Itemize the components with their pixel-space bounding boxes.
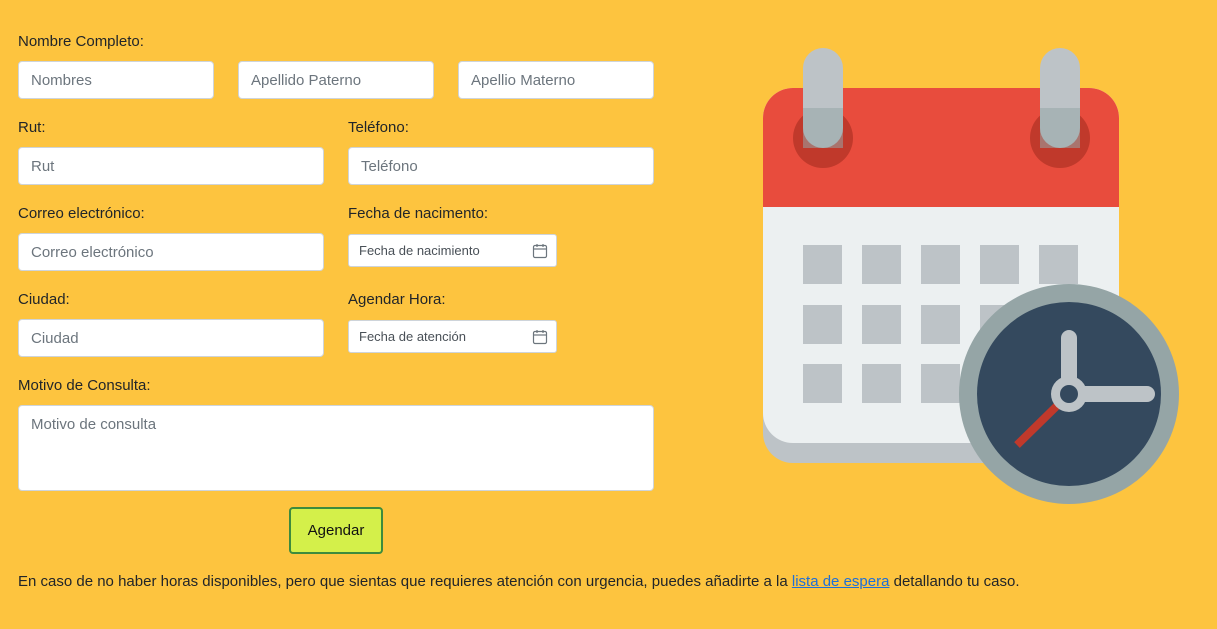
appointment-date-input[interactable]: Fecha de atención	[348, 320, 557, 353]
schedule-button[interactable]: Agendar	[289, 507, 383, 554]
city-label: Ciudad:	[18, 291, 70, 308]
reason-label: Motivo de Consulta:	[18, 377, 151, 394]
calendar-clock-icon	[763, 48, 1179, 504]
phone-label: Teléfono:	[348, 119, 409, 136]
calendar-icon[interactable]	[532, 329, 548, 345]
rut-input[interactable]	[18, 147, 324, 185]
clock-illustration	[959, 284, 1179, 504]
full-name-label: Nombre Completo:	[18, 33, 144, 50]
city-input[interactable]	[18, 319, 324, 357]
phone-input[interactable]	[348, 147, 654, 185]
appointment-date-placeholder: Fecha de atención	[359, 329, 466, 344]
birth-date-label: Fecha de nacimento:	[348, 205, 489, 222]
calendar-icon[interactable]	[532, 243, 548, 259]
maternal-surname-input[interactable]	[458, 61, 654, 99]
waitlist-link[interactable]: lista de espera	[792, 573, 890, 590]
birth-date-input[interactable]: Fecha de nacimiento	[348, 234, 557, 267]
email-input[interactable]	[18, 233, 324, 271]
reason-textarea[interactable]	[18, 405, 654, 491]
first-names-input[interactable]	[18, 61, 214, 99]
waitlist-notice-text: En caso de no haber horas disponibles, p…	[18, 573, 792, 590]
rut-label: Rut:	[18, 119, 46, 136]
waitlist-notice: En caso de no haber horas disponibles, p…	[18, 573, 1020, 591]
email-label: Correo electrónico:	[18, 205, 145, 222]
appointment-label: Agendar Hora:	[348, 291, 446, 308]
birth-date-placeholder: Fecha de nacimiento	[359, 243, 480, 258]
waitlist-notice-text-end: detallando tu caso.	[889, 573, 1020, 590]
paternal-surname-input[interactable]	[238, 61, 434, 99]
